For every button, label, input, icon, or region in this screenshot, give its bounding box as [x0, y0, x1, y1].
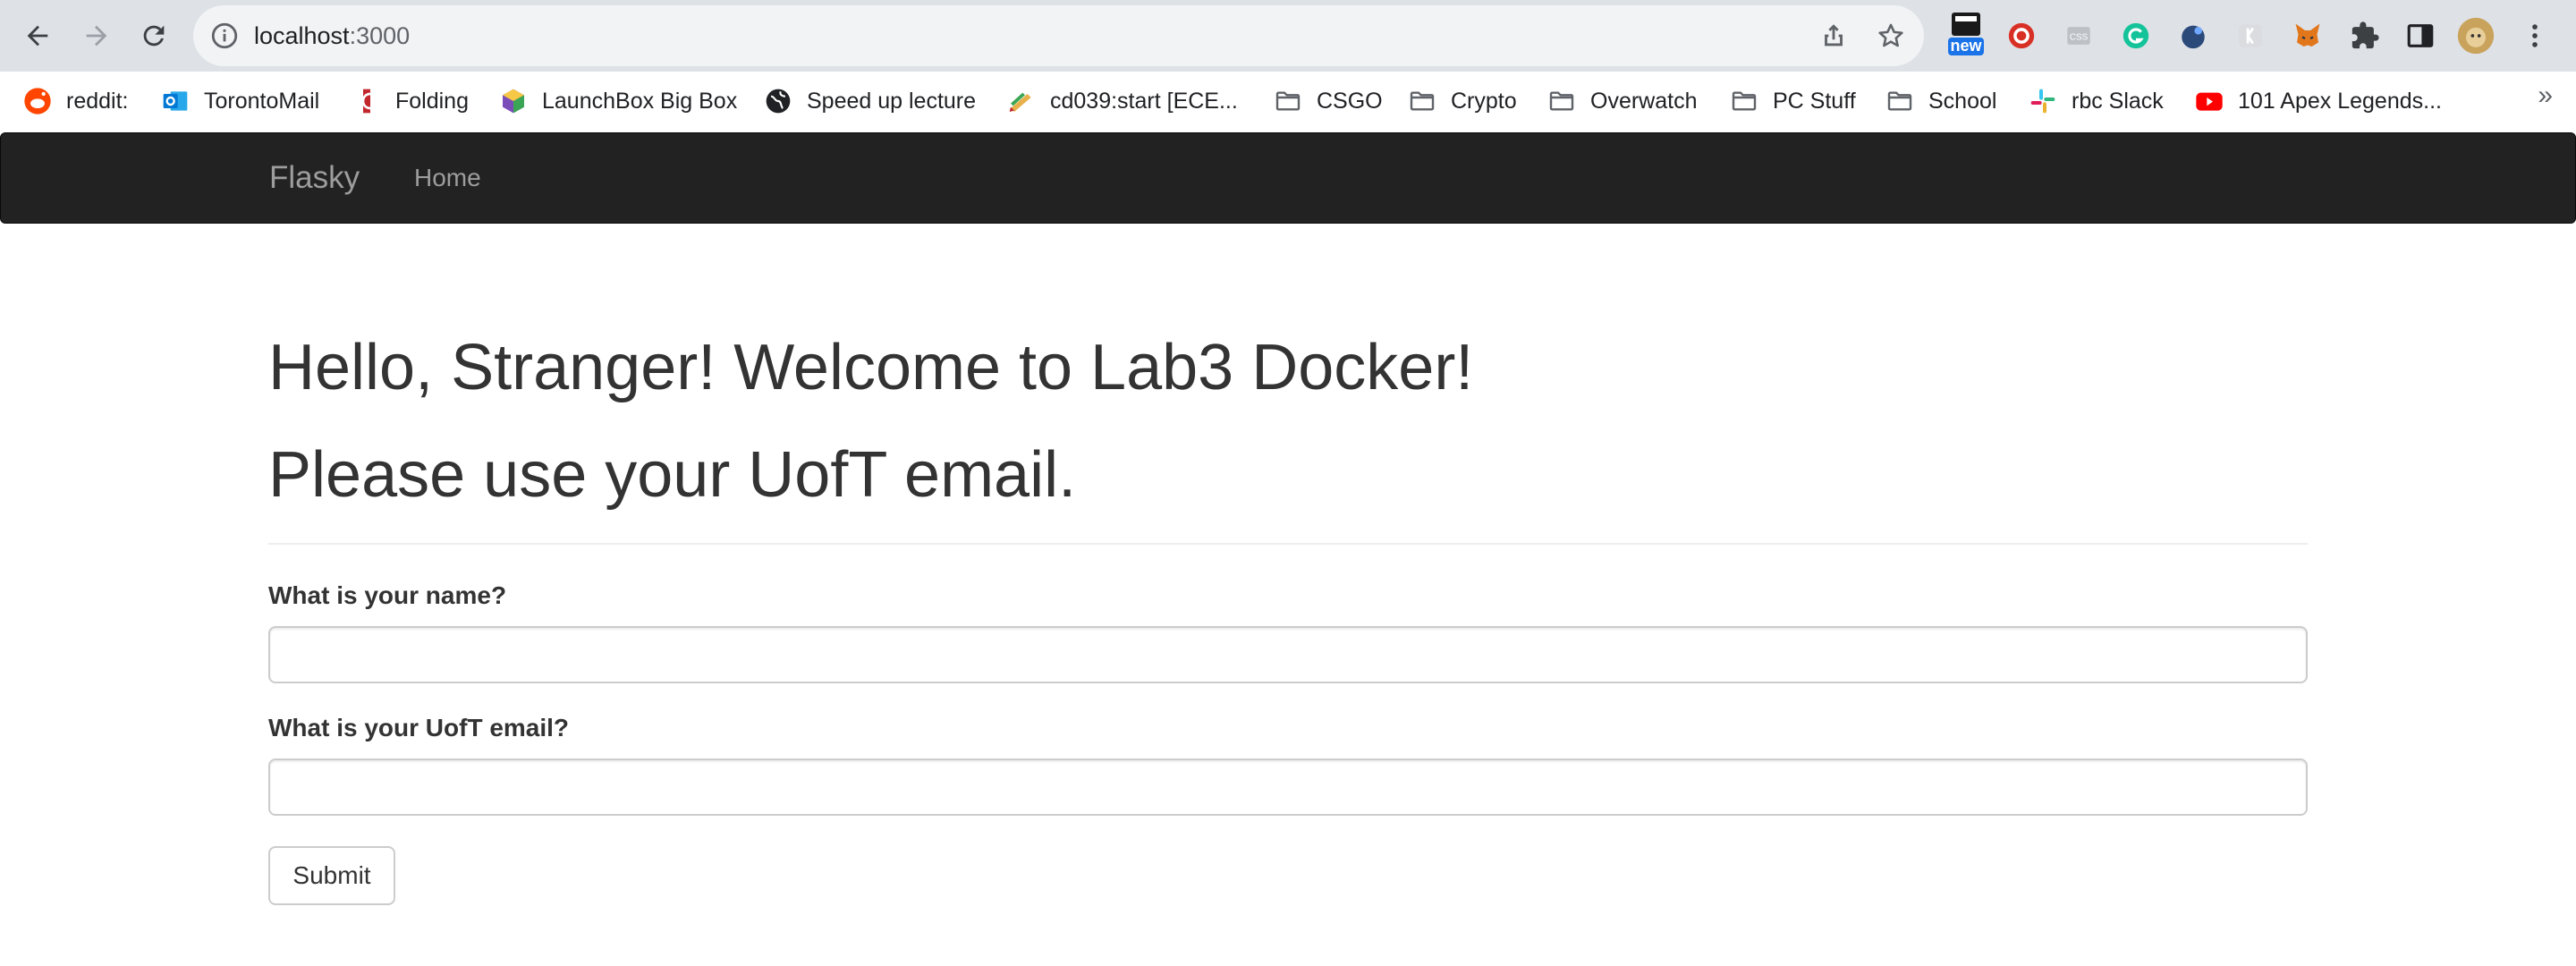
- bookmark-folder-overwatch[interactable]: Overwatch: [1547, 72, 1697, 131]
- bookmark-label: Speed up lecture: [807, 88, 977, 114]
- css-extension-icon[interactable]: CSS: [2059, 16, 2098, 55]
- folder-icon: [1410, 91, 1435, 111]
- youtube-icon: [2196, 92, 2223, 111]
- bookmark-label: 101 Apex Legends...: [2238, 88, 2442, 114]
- bookmark-launchbox[interactable]: LaunchBox Big Box: [499, 72, 737, 131]
- slack-icon: [2030, 89, 2055, 114]
- bookmark-label: PC Stuff: [1773, 88, 1856, 114]
- outlook-icon: [163, 91, 188, 111]
- email-input[interactable]: [268, 758, 2308, 816]
- url-text[interactable]: localhost:3000: [254, 5, 410, 66]
- bookmark-star-icon[interactable]: [1876, 21, 1906, 51]
- wiki-icon: [1009, 92, 1031, 112]
- reddit-icon: [24, 88, 51, 114]
- extension-red-icon[interactable]: [2002, 16, 2041, 55]
- extension-badge-text: new: [1950, 37, 1982, 55]
- browser-menu-icon[interactable]: [2515, 16, 2555, 55]
- submit-button[interactable]: Submit: [268, 846, 395, 905]
- bookmark-label: Overwatch: [1590, 88, 1698, 114]
- bookmark-label: cd039:start [ECE...: [1050, 88, 1238, 114]
- share-icon[interactable]: [1818, 21, 1849, 51]
- bookmark-folder-crypto[interactable]: Crypto: [1408, 72, 1517, 131]
- bookmark-label: reddit:: [66, 88, 129, 114]
- bookmark-label: CSGO: [1317, 88, 1383, 114]
- bookmark-apex-legends[interactable]: 101 Apex Legends...: [2195, 72, 2442, 131]
- page-header-divider: [268, 543, 2308, 545]
- bookmark-folder-pc-stuff[interactable]: PC Stuff: [1730, 72, 1856, 131]
- bookmark-reddit[interactable]: reddit:: [23, 72, 128, 131]
- bookmark-label: Folding: [395, 88, 469, 114]
- bookmark-folding[interactable]: Folding: [352, 72, 469, 131]
- bookmark-cd039[interactable]: cd039:start [ECE...: [1007, 72, 1238, 131]
- bookmark-label: rbc Slack: [2072, 88, 2164, 114]
- folder-icon: [1275, 91, 1301, 111]
- reload-icon[interactable]: [131, 13, 177, 59]
- bookmark-label: School: [1928, 88, 1997, 114]
- bookmark-folder-csgo[interactable]: CSGO: [1274, 72, 1383, 131]
- bookmark-label: LaunchBox Big Box: [542, 88, 738, 114]
- bookmark-folder-school[interactable]: School: [1885, 72, 1996, 131]
- extension-blue-icon[interactable]: [2174, 16, 2213, 55]
- name-input[interactable]: [268, 626, 2308, 683]
- svg-text:CSS: CSS: [2070, 32, 2089, 42]
- site-navbar: Flasky Home: [0, 132, 2576, 224]
- address-bar[interactable]: localhost:3000: [193, 5, 1924, 66]
- greeting-heading: Hello, Stranger! Welcome to Lab3 Docker!: [268, 332, 1474, 403]
- nav-link-home[interactable]: Home: [414, 133, 481, 223]
- bookmark-speed-up-lecture[interactable]: Speed up lecture: [764, 72, 976, 131]
- folding-icon: [361, 89, 371, 114]
- folder-icon: [1887, 91, 1912, 111]
- globe-icon: [766, 89, 791, 114]
- extension-gray-icon[interactable]: [2231, 16, 2270, 55]
- metamask-fox-icon[interactable]: [2288, 16, 2327, 55]
- launchbox-icon: [503, 89, 524, 114]
- bookmark-label: Crypto: [1451, 88, 1517, 114]
- url-port: :3000: [349, 22, 411, 49]
- profile-avatar[interactable]: [2456, 16, 2496, 55]
- instruction-heading: Please use your UofT email.: [268, 439, 1077, 511]
- browser-toolbar: localhost:3000 new CSS: [0, 0, 2576, 72]
- folder-icon: [1732, 91, 1757, 111]
- folder-icon: [1549, 91, 1574, 111]
- bookmarks-overflow-icon[interactable]: »: [2538, 80, 2553, 111]
- bookmark-rbc-slack[interactable]: rbc Slack: [2029, 72, 2164, 131]
- info-icon[interactable]: [209, 21, 240, 51]
- extension-new-badge-icon[interactable]: new: [1945, 11, 1987, 57]
- navbar-brand[interactable]: Flasky: [269, 133, 360, 223]
- forward-arrow-icon[interactable]: [73, 13, 120, 59]
- extensions-puzzle-icon[interactable]: [2345, 16, 2385, 55]
- grammarly-icon[interactable]: [2116, 16, 2156, 55]
- email-label: What is your UofT email?: [268, 714, 570, 741]
- bookmarks-bar: reddit: TorontoMail Folding LaunchBox Bi…: [0, 72, 2576, 131]
- bookmark-torontomail[interactable]: TorontoMail: [161, 72, 319, 131]
- back-arrow-icon[interactable]: [14, 13, 61, 59]
- bookmark-label: TorontoMail: [204, 88, 320, 114]
- url-host: localhost: [254, 22, 350, 49]
- name-label: What is your name?: [268, 581, 507, 609]
- side-panel-icon[interactable]: [2401, 16, 2440, 55]
